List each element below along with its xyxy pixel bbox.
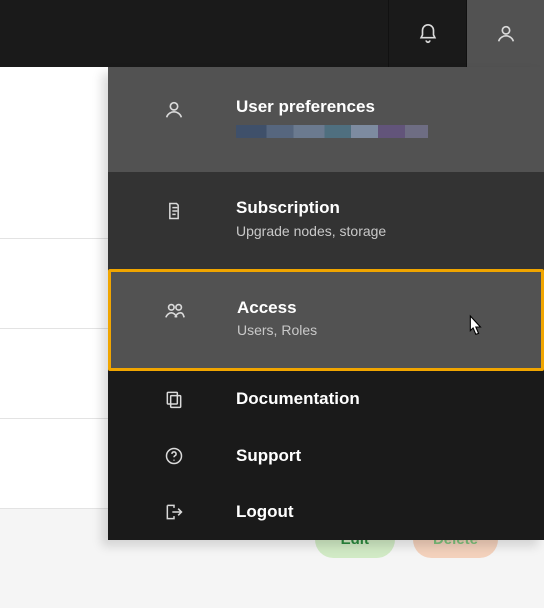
user-icon — [162, 99, 186, 121]
menu-item-documentation[interactable]: Documentation — [108, 371, 544, 427]
menu-item-subtitle: Users, Roles — [237, 322, 511, 338]
help-icon — [162, 446, 186, 466]
users-icon — [163, 300, 187, 322]
menu-item-subscription[interactable]: Subscription Upgrade nodes, storage — [108, 172, 544, 268]
menu-item-subtitle: Upgrade nodes, storage — [236, 223, 514, 239]
menu-item-access[interactable]: Access Users, Roles — [108, 269, 544, 371]
menu-item-text: Subscription Upgrade nodes, storage — [236, 198, 514, 238]
menu-item-label: Access — [237, 298, 511, 318]
menu-item-label: Documentation — [236, 389, 360, 409]
account-button[interactable] — [466, 0, 544, 67]
document-icon — [162, 200, 186, 222]
menu-item-preferences[interactable]: User preferences — [108, 67, 544, 172]
bell-icon — [416, 23, 440, 45]
title-bar — [0, 0, 544, 67]
copy-icon — [162, 389, 186, 409]
account-menu: User preferences Subscription Upgrade no… — [108, 67, 544, 540]
menu-item-logout[interactable]: Logout — [108, 484, 544, 540]
menu-item-label: Subscription — [236, 198, 514, 218]
redacted-text — [236, 125, 428, 138]
menu-item-text: User preferences — [236, 97, 514, 138]
notifications-button[interactable] — [388, 0, 466, 67]
menu-item-support[interactable]: Support — [108, 428, 544, 484]
menu-item-label: Logout — [236, 502, 294, 522]
menu-item-text: Access Users, Roles — [237, 298, 511, 338]
user-icon — [494, 23, 518, 45]
logout-icon — [162, 502, 186, 522]
menu-item-label: User preferences — [236, 97, 514, 117]
menu-item-label: Support — [236, 446, 301, 466]
